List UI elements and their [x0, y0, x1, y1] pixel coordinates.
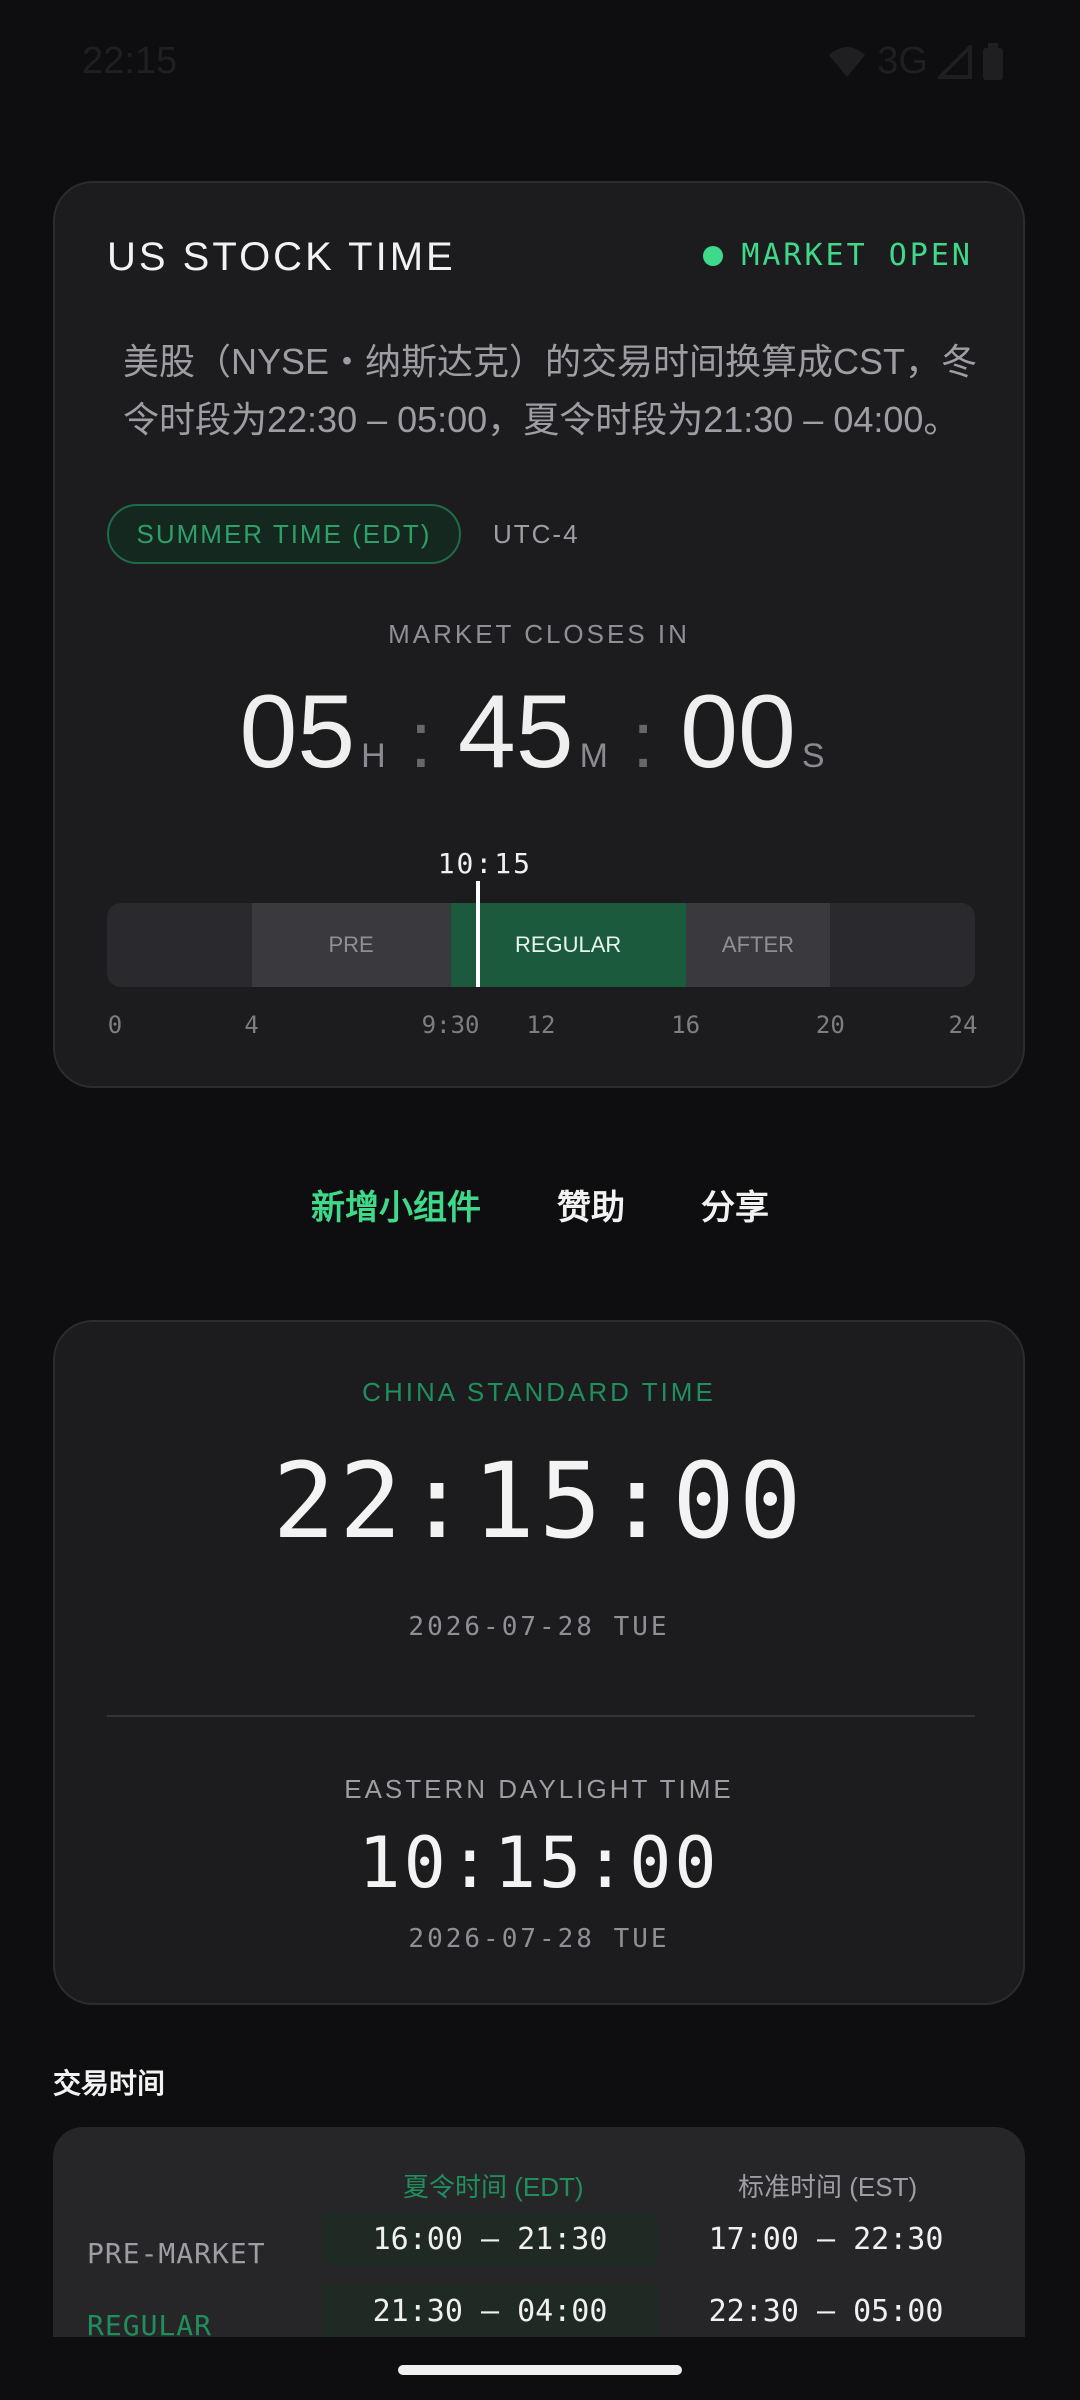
timeline-tick: 20 — [815, 1011, 845, 1039]
countdown-hours: 05 — [239, 674, 356, 790]
countdown-seconds-unit: S — [801, 737, 825, 775]
timeline-tick: 4 — [244, 1011, 259, 1039]
eastern-date: 2026-07-28 TUE — [408, 1924, 670, 1954]
timeline-segment-regular: REGULAR — [450, 903, 686, 987]
market-description: 美股（NYSE・纳斯达克）的交易时间换算成CST，冬令时段为22:30 – 05… — [123, 341, 978, 440]
timeline-now-label: 10:15 — [437, 847, 532, 880]
battery-icon — [983, 42, 1003, 80]
countdown-seconds: 00 — [680, 674, 796, 790]
china-time: 22:15:00 — [272, 1440, 806, 1562]
column-header-summer: 夏令时间 (EDT) — [403, 2172, 584, 2202]
regular-summer-hours: 21:30 – 04:00 — [322, 2284, 658, 2337]
timeline-tick: 16 — [671, 1011, 701, 1039]
countdown-label: MARKET CLOSES IN — [388, 619, 690, 649]
session-timeline: PRE REGULAR AFTER — [107, 903, 975, 987]
sponsor-link[interactable]: 赞助 — [557, 1180, 625, 1229]
row-label-pre-market: PRE-MARKET — [87, 2237, 266, 2270]
china-time-label: CHINA STANDARD TIME — [362, 1377, 716, 1407]
countdown: 05 H : 45 M : 00 S — [55, 673, 1023, 792]
status-icons: 3G — [827, 40, 1004, 83]
status-time: 22:15 — [82, 40, 178, 82]
timeline-segment-after: AFTER — [685, 903, 831, 987]
signal-icon — [938, 44, 972, 79]
timeline-tick: 0 — [107, 1011, 123, 1039]
china-date: 2026-07-28 TUE — [408, 1612, 670, 1642]
regular-winter-hours: 22:30 – 05:00 — [708, 2293, 944, 2329]
trading-hours-title: 交易时间 — [53, 2068, 166, 2099]
countdown-hours-unit: H — [361, 737, 386, 775]
market-status-label: MARKET OPEN — [741, 238, 973, 273]
countdown-minutes-unit: M — [579, 737, 608, 775]
dst-badge: SUMMER TIME (EDT) — [107, 504, 461, 564]
eastern-time: 10:15:00 — [358, 1822, 720, 1904]
column-header-winter: 标准时间 (EST) — [738, 2172, 918, 2202]
app-title: US STOCK TIME — [107, 235, 456, 279]
countdown-minutes: 45 — [457, 674, 574, 790]
clock-card: CHINA STANDARD TIME 22:15:00 2026-07-28 … — [53, 1320, 1025, 2005]
home-indicator[interactable] — [398, 2365, 682, 2375]
row-label-regular: REGULAR — [87, 2309, 213, 2337]
market-card: US STOCK TIME MARKET OPEN 美股（NYSE・纳斯达克）的… — [53, 181, 1025, 1088]
trading-hours-table: 夏令时间 (EDT) 标准时间 (EST) PRE-MARKET 16:00 –… — [53, 2127, 1025, 2337]
market-status: MARKET OPEN — [703, 238, 973, 273]
add-widget-link[interactable]: 新增小组件 — [311, 1180, 481, 1229]
utc-offset: UTC-4 — [493, 519, 580, 549]
status-dot-icon — [703, 245, 724, 266]
share-link[interactable]: 分享 — [701, 1180, 769, 1229]
pre-market-winter-hours: 17:00 – 22:30 — [708, 2221, 944, 2257]
status-bar: 22:15 3G — [0, 0, 1080, 120]
timeline-tick: 12 — [526, 1011, 556, 1039]
pre-market-summer-hours: 16:00 – 21:30 — [322, 2212, 658, 2266]
wifi-icon — [829, 46, 866, 77]
timeline-now-marker — [475, 881, 480, 987]
timeline-tick: 9:30 — [421, 1011, 480, 1039]
timeline-segment-pre: PRE — [251, 903, 451, 987]
countdown-separator: : — [409, 695, 432, 784]
eastern-time-label: EASTERN DAYLIGHT TIME — [344, 1774, 734, 1804]
action-links: 新增小组件 赞助 分享 — [0, 1180, 1080, 1229]
network-type: 3G — [877, 40, 928, 82]
divider — [107, 1715, 975, 1717]
timeline-tick: 24 — [948, 1011, 978, 1039]
countdown-separator: : — [631, 695, 655, 784]
